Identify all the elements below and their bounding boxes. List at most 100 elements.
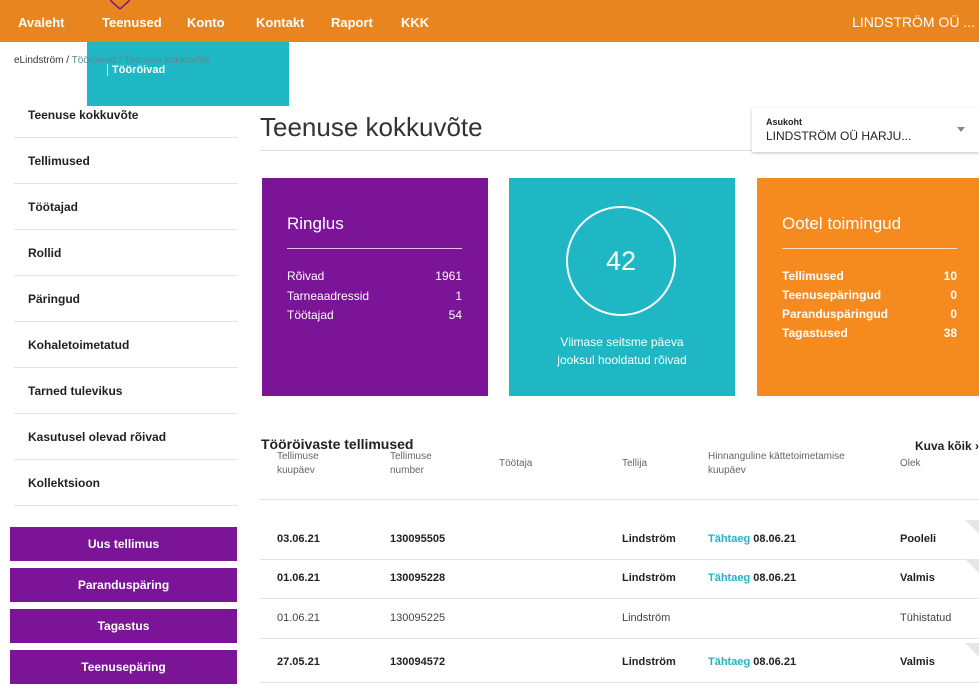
nav-item-konto[interactable]: Konto bbox=[187, 15, 225, 30]
column-header-line: Tellimuse bbox=[277, 451, 319, 462]
pending-row-label: Teenusepäringud bbox=[782, 288, 882, 302]
circulation-row-label: Töötajad bbox=[287, 308, 334, 322]
column-header-line: Tellimuse bbox=[390, 451, 432, 462]
column-header-orderer[interactable]: Tellija bbox=[622, 457, 647, 471]
sidebar-item-future-deliveries[interactable]: Tarned tulevikus bbox=[14, 368, 238, 414]
company-name-menu[interactable]: LINDSTRÖM OÜ ... bbox=[852, 14, 975, 30]
cell-estimated-delivery: Tähtaeg 08.06.21 bbox=[708, 656, 796, 668]
circulation-row-label: Rõivad bbox=[287, 269, 325, 283]
pending-actions-card: Ootel toimingud Tellimused 10 Teenusepär… bbox=[757, 178, 979, 396]
circulation-row-value: 1 bbox=[455, 289, 462, 303]
maintained-caption-line2: jooksul hooldatud rõivad bbox=[557, 353, 687, 367]
nav-item-avaleht[interactable]: Avaleht bbox=[18, 15, 64, 30]
table-row[interactable]: 01.06.21 130095225 Lindström Tühistatud bbox=[260, 599, 979, 639]
cell-order-number: 130094572 bbox=[390, 656, 446, 668]
breadcrumb-home[interactable]: eLindström bbox=[14, 55, 63, 66]
cell-order-date: 03.06.21 bbox=[277, 533, 320, 545]
cell-order-date: 01.06.21 bbox=[277, 612, 320, 624]
column-header-order-date[interactable]: Tellimuse kuupäev bbox=[277, 450, 319, 478]
pending-row-value: 0 bbox=[950, 307, 957, 321]
table-row[interactable]: 27.05.21 130094572 Lindström Tähtaeg 08.… bbox=[260, 643, 979, 683]
pending-row-value: 0 bbox=[950, 288, 957, 302]
pending-row-value: 10 bbox=[943, 269, 957, 283]
column-header-line: kuupäev bbox=[277, 465, 315, 476]
pending-card-title: Ootel toimingud bbox=[782, 214, 902, 233]
sidebar-item-collection[interactable]: Kollektsioon bbox=[14, 460, 238, 506]
due-label: Tähtaeg bbox=[708, 572, 751, 584]
sidebar-item-delivered[interactable]: Kohaletoimetatud bbox=[14, 322, 238, 368]
sidebar: Teenuse kokkuvõte Tellimused Töötajad Ro… bbox=[14, 92, 238, 506]
maintained-caption-line1: Viimase seitsme päeva bbox=[560, 335, 684, 349]
circulation-row-value: 1961 bbox=[435, 269, 462, 283]
sidebar-item-employees[interactable]: Töötajad bbox=[14, 184, 238, 230]
card-divider bbox=[782, 248, 957, 249]
cell-orderer: Lindström bbox=[622, 656, 676, 668]
circulation-row: Rõivad 1961 bbox=[287, 269, 462, 283]
nav-item-teenused[interactable]: Teenused bbox=[102, 15, 162, 30]
new-order-button[interactable]: Uus tellimus bbox=[10, 527, 237, 561]
sidebar-item-orders[interactable]: Tellimused bbox=[14, 138, 238, 184]
maintained-count-circle: 42 bbox=[566, 206, 676, 316]
circulation-row: Töötajad 54 bbox=[287, 308, 462, 322]
breadcrumb-workwear[interactable]: Tööröivad bbox=[72, 55, 116, 66]
service-request-button[interactable]: Teenusepäring bbox=[10, 650, 237, 684]
sidebar-item-roles[interactable]: Rollid bbox=[14, 230, 238, 276]
pending-row-label: Tellimused bbox=[782, 269, 844, 283]
nav-item-kontakt[interactable]: Kontakt bbox=[256, 15, 304, 30]
circulation-card: Ringlus Rõivad 1961 Tarneaadressid 1 Töö… bbox=[262, 178, 488, 396]
column-header-status[interactable]: Olek bbox=[900, 457, 921, 471]
circulation-row-value: 54 bbox=[448, 308, 462, 322]
cell-order-date: 01.06.21 bbox=[277, 572, 320, 584]
breadcrumb-current: Teenuse kokkuvõte bbox=[124, 55, 210, 66]
table-row[interactable]: 01.06.21 130095228 Lindström Tähtaeg 08.… bbox=[260, 559, 979, 599]
sidebar-item-garments-in-use[interactable]: Kasutusel olevad rõivad bbox=[14, 414, 238, 460]
chevron-down-icon bbox=[957, 127, 965, 132]
return-button[interactable]: Tagastus bbox=[10, 609, 237, 643]
active-menu-indicator-icon bbox=[110, 0, 130, 10]
column-header-estimated-delivery[interactable]: Hinnanguline kättetoimetamise kuupäev bbox=[708, 450, 845, 478]
cell-estimated-delivery: Tähtaeg 08.06.21 bbox=[708, 533, 796, 545]
repair-request-button[interactable]: Paranduspäring bbox=[10, 568, 237, 602]
column-header-order-number[interactable]: Tellimuse number bbox=[390, 450, 432, 478]
sidebar-item-service-summary[interactable]: Teenuse kokkuvõte bbox=[14, 92, 238, 138]
nav-item-raport[interactable]: Raport bbox=[331, 15, 373, 30]
maintained-count: 42 bbox=[605, 246, 637, 276]
pending-row-label: Paranduspäringud bbox=[782, 307, 889, 321]
top-nav-bar: Avaleht Teenused Konto Kontakt Raport KK… bbox=[0, 0, 979, 42]
column-header-line: kuupäev bbox=[708, 465, 746, 476]
circulation-row-label: Tarneaadressid bbox=[287, 289, 370, 303]
column-header-line: number bbox=[390, 465, 424, 476]
card-divider bbox=[287, 248, 462, 249]
table-row[interactable]: 03.06.21 130095505 Lindström Tähtaeg 08.… bbox=[260, 520, 979, 560]
cell-orderer: Lindström bbox=[622, 572, 676, 584]
due-date: 08.06.21 bbox=[753, 533, 797, 545]
cell-orderer: Lindström bbox=[622, 612, 671, 624]
pending-row[interactable]: Tellimused 10 bbox=[782, 269, 957, 283]
cell-status: Valmis bbox=[900, 656, 935, 668]
cell-status: Tühistatud bbox=[900, 612, 952, 624]
circulation-card-title: Ringlus bbox=[287, 214, 344, 233]
cell-order-date: 27.05.21 bbox=[277, 656, 320, 668]
cell-order-number: 130095225 bbox=[390, 612, 446, 624]
nav-item-kkk[interactable]: KKK bbox=[401, 15, 429, 30]
location-select[interactable]: Asukoht LINDSTRÖM OÜ HARJU... bbox=[752, 108, 979, 152]
row-corner-fold bbox=[965, 520, 979, 534]
due-date: 08.06.21 bbox=[753, 656, 797, 668]
due-date: 08.06.21 bbox=[753, 572, 797, 584]
sidebar-item-requests[interactable]: Päringud bbox=[14, 276, 238, 322]
pending-row[interactable]: Tagastused 38 bbox=[782, 326, 957, 340]
orders-table-header: Tellimuse kuupäev Tellimuse number Tööta… bbox=[260, 450, 979, 500]
cell-estimated-delivery: Tähtaeg 08.06.21 bbox=[708, 572, 796, 584]
cell-orderer: Lindström bbox=[622, 533, 676, 545]
pending-row-label: Tagastused bbox=[782, 326, 848, 340]
due-label: Tähtaeg bbox=[708, 533, 751, 545]
page-title: Teenuse kokkuvõte bbox=[260, 112, 483, 142]
pending-row[interactable]: Paranduspäringud 0 bbox=[782, 307, 957, 321]
breadcrumb-separator: / bbox=[63, 55, 72, 66]
column-header-employee[interactable]: Töötaja bbox=[499, 457, 532, 471]
column-header-line: Hinnanguline kättetoimetamise bbox=[708, 451, 845, 462]
maintained-caption: Viimase seitsme päeva jooksul hooldatud … bbox=[529, 333, 715, 369]
pending-row[interactable]: Teenusepäringud 0 bbox=[782, 288, 957, 302]
cell-status: Pooleli bbox=[900, 533, 937, 545]
circulation-row: Tarneaadressid 1 bbox=[287, 289, 462, 303]
